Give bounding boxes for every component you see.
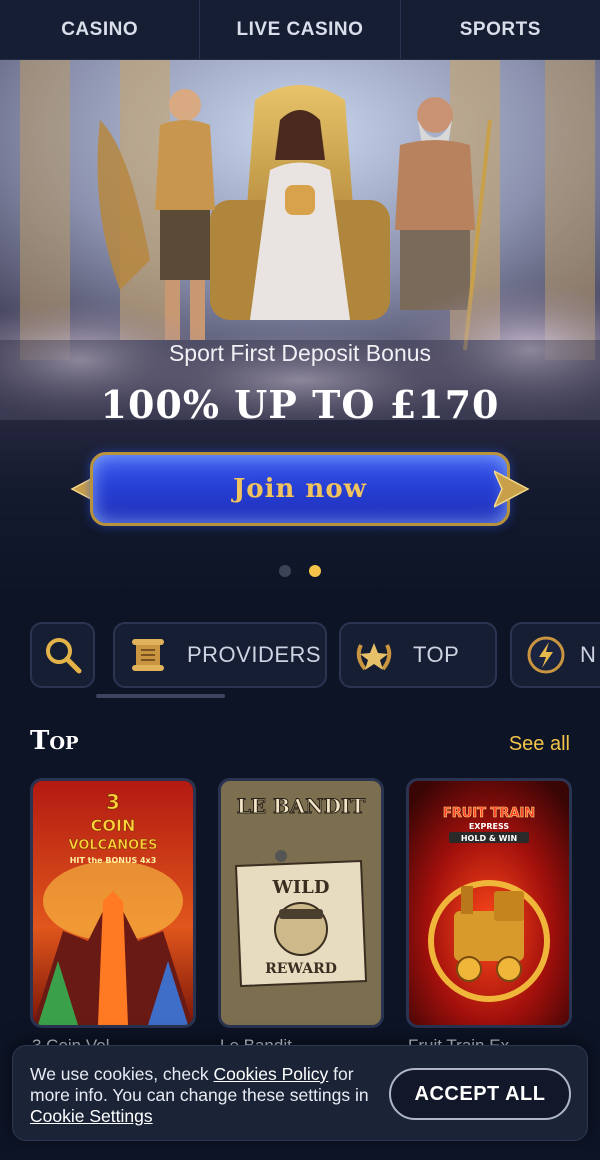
svg-text:FRUIT TRAIN: FRUIT TRAIN	[443, 806, 535, 821]
chip-top[interactable]: TOP	[339, 622, 497, 688]
top-nav: CASINO LIVE CASINO SPORTS	[0, 0, 600, 60]
game-card[interactable]: FRUIT TRAIN EXPRESS HOLD & WIN	[406, 778, 572, 1028]
svg-text:EXPRESS: EXPRESS	[469, 822, 510, 831]
games-row: 3 COIN VOLCANOES HIT the BONUS 4x3 3 Coi…	[0, 778, 600, 1058]
carousel-indicator	[0, 565, 600, 577]
tab-sports[interactable]: SPORTS	[401, 0, 600, 59]
cookies-policy-link[interactable]: Cookies Policy	[214, 1064, 329, 1084]
lightning-icon	[524, 635, 568, 675]
arrow-ornament-right-icon	[494, 470, 530, 508]
bottom-edge	[0, 1150, 600, 1160]
chip-new-label: N	[580, 642, 597, 667]
svg-text:HIT the BONUS 4x3: HIT the BONUS 4x3	[70, 856, 157, 865]
carousel-dot-1[interactable]	[279, 565, 291, 577]
svg-text:COIN: COIN	[91, 816, 136, 835]
hero-banner[interactable]: Sport First Deposit Bonus 100% UP TO £17…	[0, 60, 600, 600]
game-thumbnail-le-bandit: LE BANDIT WILD REWARD	[221, 781, 381, 1025]
promo-subtitle: Sport First Deposit Bonus	[168, 340, 432, 366]
promo-headline: 100% UP TO £170	[100, 382, 500, 427]
see-all-link[interactable]: See all	[509, 733, 570, 756]
game-card[interactable]: 3 COIN VOLCANOES HIT the BONUS 4x3	[30, 778, 196, 1028]
chip-providers-label: PROVIDERS	[187, 642, 322, 667]
svg-text:VOLCANOES: VOLCANOES	[69, 838, 158, 853]
cookie-text-1: We use cookies, check	[30, 1064, 214, 1084]
join-now-button[interactable]: Join now	[90, 452, 510, 526]
svg-text:HOLD & WIN: HOLD & WIN	[461, 834, 517, 843]
search-chip[interactable]	[30, 622, 95, 688]
game-card[interactable]: LE BANDIT WILD REWARD	[218, 778, 384, 1028]
section-title: Top	[30, 726, 79, 756]
chip-new[interactable]: N	[510, 622, 600, 688]
laurel-star-icon	[351, 635, 397, 675]
search-icon	[43, 635, 83, 675]
tab-casino[interactable]: CASINO	[0, 0, 201, 59]
category-bar: PROVIDERS TOP N	[0, 622, 600, 692]
accept-all-button[interactable]: ACCEPT ALL	[389, 1068, 571, 1120]
carousel-dot-2[interactable]	[309, 565, 321, 577]
cookie-settings-link[interactable]: Cookie Settings	[30, 1106, 153, 1126]
tab-live-casino[interactable]: LIVE CASINO	[200, 0, 401, 59]
chip-top-label: TOP	[413, 642, 460, 667]
svg-text:3: 3	[106, 790, 120, 814]
cookie-message: We use cookies, check Cookies Policy for…	[30, 1064, 370, 1127]
svg-text:WILD: WILD	[272, 877, 330, 898]
svg-text:REWARD: REWARD	[265, 961, 337, 977]
chip-providers[interactable]: PROVIDERS	[113, 622, 327, 688]
join-now-cta: Join now	[70, 448, 530, 530]
active-category-indicator	[96, 694, 225, 698]
game-thumbnail-volcanoes: 3 COIN VOLCANOES HIT the BONUS 4x3	[33, 781, 193, 1025]
game-thumbnail-fruit-train: FRUIT TRAIN EXPRESS HOLD & WIN	[409, 781, 569, 1025]
scroll-icon	[125, 635, 171, 675]
svg-text:LE BANDIT: LE BANDIT	[237, 794, 366, 818]
cookie-banner: We use cookies, check Cookies Policy for…	[12, 1045, 588, 1141]
